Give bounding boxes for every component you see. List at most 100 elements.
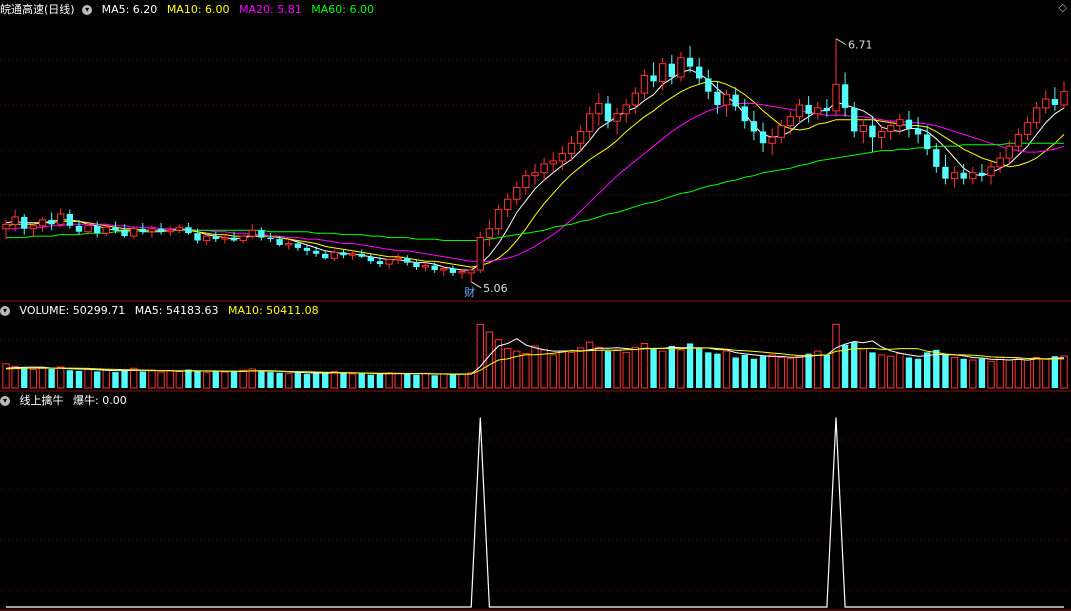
diamond-icon[interactable]: ◇ (1059, 1, 1067, 14)
candlestick (750, 110, 758, 141)
candlestick (759, 122, 767, 153)
volume-bar (923, 352, 931, 388)
candle-body (340, 252, 347, 256)
volume-bar (933, 349, 940, 388)
volume-bar (1005, 359, 1013, 389)
candle-body (385, 259, 393, 265)
candlestick (330, 249, 339, 262)
candlestick (795, 99, 804, 123)
candlestick (494, 205, 503, 235)
candle-body (202, 235, 211, 242)
candlestick (841, 72, 849, 117)
candle-body (1060, 91, 1068, 106)
ma5-label: MA5: 6.20 (101, 3, 158, 16)
candlestick (1042, 90, 1050, 114)
candlestick (285, 240, 293, 250)
candle-body (348, 253, 357, 256)
candlestick (1051, 87, 1059, 111)
candlestick (166, 225, 174, 237)
candle-body (449, 268, 457, 273)
candle-body (1014, 133, 1023, 147)
candle-body (705, 78, 712, 92)
candlestick-series[interactable] (2, 38, 1068, 282)
candle-body (805, 104, 812, 114)
candle-body (1005, 145, 1013, 159)
chevron-down-icon[interactable]: ▾ (0, 396, 10, 406)
volume-bar (841, 344, 849, 388)
candle-body (75, 225, 83, 232)
volume-bar (741, 354, 748, 388)
candle-body (741, 106, 748, 122)
candle-body (503, 198, 512, 211)
candle-body (322, 253, 329, 259)
volume-bar (494, 339, 503, 389)
volume-bars[interactable] (2, 323, 1068, 389)
volume-bar (358, 373, 365, 388)
volume-bar (1060, 355, 1068, 389)
volume-bar (421, 372, 430, 389)
ma60-label: MA60: 6.00 (311, 3, 374, 16)
candlestick (531, 163, 539, 185)
candlestick (705, 69, 712, 100)
candlestick (549, 152, 557, 173)
volume-bar (650, 348, 657, 388)
candlestick (522, 169, 530, 195)
volume-bar (2, 363, 10, 389)
volume-bar (285, 372, 293, 389)
chevron-down-icon[interactable]: ▾ (0, 306, 10, 316)
candlestick (677, 51, 685, 82)
volume-bar (950, 356, 959, 389)
candle-body (823, 107, 831, 111)
candle-body (923, 134, 931, 150)
candle-body (248, 229, 256, 237)
financial-report-marker[interactable]: 财 (464, 285, 475, 299)
candlestick (513, 181, 521, 206)
candlestick (1032, 102, 1041, 129)
volume-bar (540, 349, 548, 389)
candlestick (859, 119, 868, 144)
candle-body (84, 225, 92, 233)
candle-body (285, 242, 293, 246)
candlestick (185, 222, 192, 235)
chevron-down-icon[interactable]: ▾ (82, 5, 93, 15)
volume-bar (558, 350, 567, 389)
candle-body (978, 172, 986, 176)
candlestick (48, 212, 55, 231)
volume-bar (385, 372, 393, 389)
candle-body (896, 119, 904, 127)
volume-bar (440, 373, 448, 389)
volume-header: ▾ VOLUME: 50299.71 MA5: 54183.63 MA10: 5… (0, 303, 325, 319)
candle-body (166, 229, 174, 233)
volume-bar (705, 352, 712, 388)
volume-label: VOLUME: 50299.71 (19, 304, 126, 317)
candle-body (631, 92, 640, 106)
candlestick (933, 143, 940, 173)
candle-body (622, 104, 630, 115)
candle-body (851, 107, 858, 132)
candlestick (814, 102, 822, 120)
candlestick (394, 253, 402, 265)
volume-bar (404, 374, 411, 388)
grid-lines (0, 59, 1071, 611)
volume-bar (202, 372, 211, 389)
candle-body (458, 270, 466, 274)
candle-body (48, 219, 55, 225)
candle-body (595, 102, 603, 115)
candlestick (650, 62, 657, 88)
volume-bar (348, 373, 357, 389)
candlestick (923, 125, 931, 156)
candle-body (367, 256, 375, 262)
candle-body (695, 66, 703, 79)
candle-body (722, 94, 731, 106)
candle-body (276, 239, 283, 245)
volume-bar (768, 354, 776, 389)
candlestick (485, 219, 494, 247)
volume-bar (576, 347, 585, 389)
candle-body (832, 83, 840, 112)
volume-bar (732, 357, 739, 388)
volume-bar (832, 323, 840, 389)
volume-bar (75, 370, 83, 388)
candlestick (613, 107, 621, 135)
volume-bar (531, 345, 539, 389)
volume-bar (194, 370, 201, 388)
